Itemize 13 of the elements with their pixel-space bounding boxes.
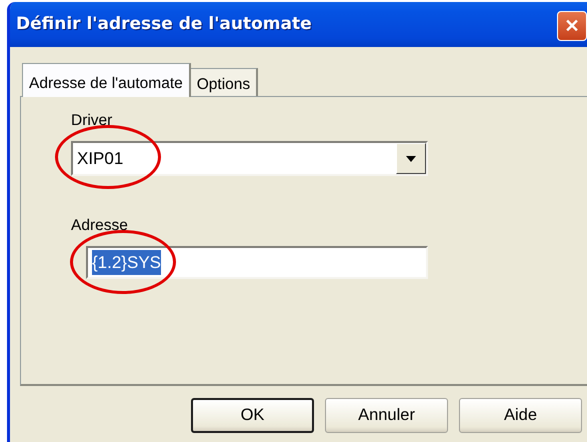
address-field[interactable]: {1.2}SYS xyxy=(86,246,428,279)
field-label: Adresse xyxy=(71,216,128,236)
window-title: Définir l'adresse de l'automate xyxy=(16,12,312,36)
caret-icon xyxy=(406,156,416,162)
dropdown-button[interactable] xyxy=(396,143,426,174)
dialog-button[interactable]: Aide xyxy=(459,398,582,433)
dialog-button[interactable]: OK xyxy=(191,398,314,433)
close-button[interactable]: ✕ xyxy=(557,11,587,41)
field-label: Driver xyxy=(71,111,112,131)
dialog-button[interactable]: Annuler xyxy=(325,398,448,433)
tab[interactable]: Options xyxy=(190,68,258,96)
driver-dropdown[interactable]: XIP01 xyxy=(71,141,428,176)
tab[interactable]: Adresse de l'automate xyxy=(22,63,191,97)
